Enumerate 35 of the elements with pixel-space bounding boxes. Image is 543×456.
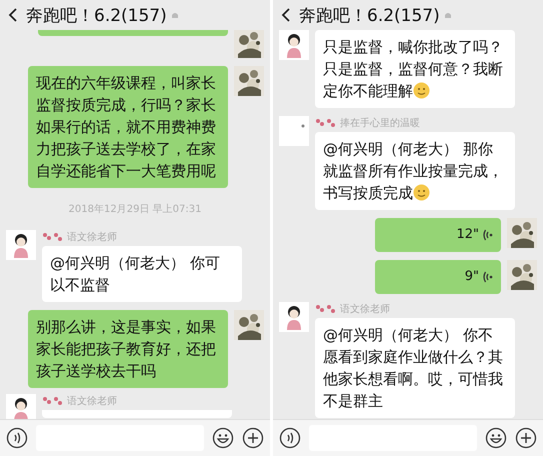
mute-icon <box>444 10 452 20</box>
paw-icon <box>42 396 64 406</box>
message-bubble: @何兴明（何老大） 那你就监督所有作业按量完成，书写按质完成 <box>315 132 515 210</box>
avatar-icon[interactable] <box>279 302 309 332</box>
avatar-icon[interactable] <box>279 30 309 60</box>
sender-name: 捧在手心里的温暖 <box>340 116 420 130</box>
message-bubble: @何兴明（何老大） 你不愿看到家庭作业做什么？其他家长想看啊。哎，可惜我不是群主 <box>315 318 515 418</box>
plus-icon[interactable] <box>515 427 537 449</box>
paw-icon <box>315 304 337 314</box>
message-bubble: @何兴明（何老大） 你可以不监督 <box>42 246 242 302</box>
sender-name: 语文徐老师 <box>340 302 390 316</box>
voice-input-icon[interactable] <box>279 427 301 449</box>
voice-wave-icon <box>483 229 493 241</box>
sender-name: 语文徐老师 <box>67 394 117 408</box>
avatar-icon[interactable] <box>6 230 36 260</box>
chat-title: 奔跑吧！6.2(157) <box>26 4 167 26</box>
sender-name: 语文徐老师 <box>67 230 117 244</box>
paw-icon <box>315 118 337 128</box>
voice-wave-icon <box>483 271 493 283</box>
message-bubble: 现在的六年级课程，叫家长监督按质完成，行吗？家长如果行的话，就不用费神费力把孩子送去学校了，在家自学还能省下一大笔费用呢 <box>28 66 228 188</box>
voice-input-icon[interactable] <box>6 427 28 449</box>
back-icon[interactable] <box>281 7 291 23</box>
emoji-icon[interactable] <box>212 427 234 449</box>
back-icon[interactable] <box>8 7 18 23</box>
message-bubble: 别那么讲，这是事实，如果家长能把孩子教育好，还把孩子送学校去干吗 <box>28 310 228 388</box>
voice-message[interactable]: 9" <box>375 260 501 294</box>
plus-icon[interactable] <box>242 427 264 449</box>
emoji-icon[interactable] <box>485 427 507 449</box>
chat-title: 奔跑吧！6.2(157) <box>299 4 440 26</box>
timestamp: 2018年12月29日 早上07:31 <box>68 202 202 216</box>
paw-icon <box>42 232 64 242</box>
avatar-icon[interactable] <box>6 394 36 419</box>
mute-icon <box>170 10 179 20</box>
message-bubble: 只是监督，喊你批改了吗？只是监督，监督何意？我断定你不能理解 <box>315 30 515 108</box>
voice-message[interactable]: 12" <box>375 218 501 252</box>
